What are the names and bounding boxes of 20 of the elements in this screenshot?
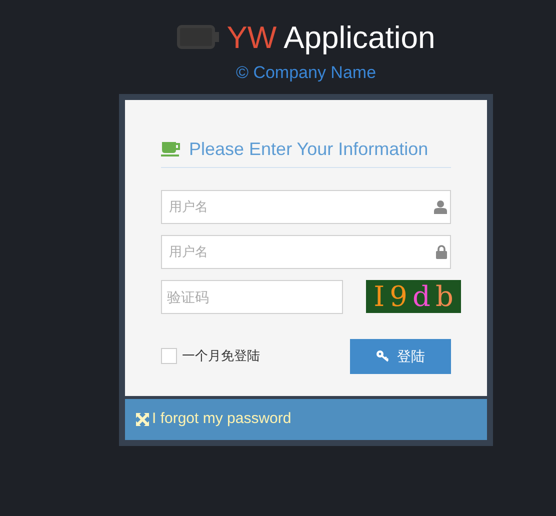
form-heading: Please Enter Your Information <box>189 138 428 160</box>
remember-label: 一个月免登陆 <box>182 347 260 366</box>
captcha-char: 9 <box>390 282 408 310</box>
checkbox[interactable] <box>161 348 177 364</box>
app-title: YW Application <box>226 22 436 52</box>
captcha-char: b <box>435 282 454 310</box>
input-field[interactable]: 用户名 <box>161 190 451 224</box>
captcha-char: I <box>374 282 385 310</box>
expand-icon <box>136 412 149 426</box>
battery-icon <box>176 25 219 49</box>
lock-icon <box>436 244 447 258</box>
captcha-char: d <box>412 282 430 310</box>
cup-icon <box>161 141 181 157</box>
captcha-image[interactable]: I 9 d b <box>366 280 461 313</box>
key-icon <box>376 350 389 362</box>
user-icon <box>434 200 447 214</box>
input-field[interactable]: 用户名 <box>161 234 451 268</box>
company-name: © Company Name <box>236 62 376 84</box>
captcha-field[interactable]: 验证码 <box>161 280 343 314</box>
login-button[interactable]: 登陆 <box>350 338 451 374</box>
